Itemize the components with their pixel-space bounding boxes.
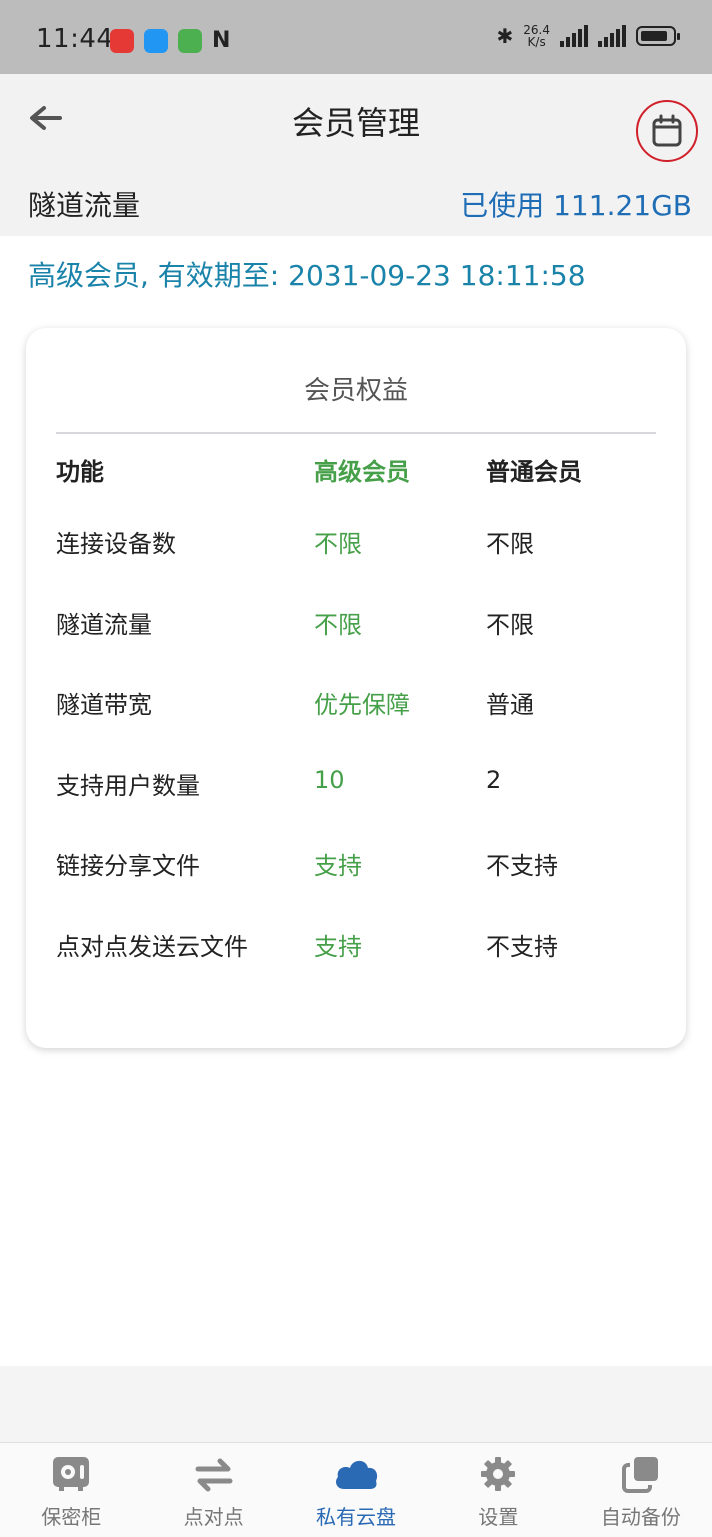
copy-icon xyxy=(621,1457,658,1493)
status-indicators: ✱ 26.4 K/s xyxy=(496,23,680,49)
battery-icon xyxy=(636,26,680,46)
premium-cell: 支持 xyxy=(314,933,362,961)
bottom-navigation: 保密柜 点对点 私有云盘 设置 自动备份 xyxy=(0,1442,712,1537)
page-title: 会员管理 xyxy=(291,104,420,142)
nav-item-settings[interactable]: 设置 xyxy=(427,1443,569,1537)
calendar-icon xyxy=(652,114,682,147)
normal-cell: 普通 xyxy=(486,691,534,719)
column-header-premium: 高级会员 xyxy=(314,458,410,486)
feature-cell: 隧道带宽 xyxy=(56,691,152,719)
cloud-icon xyxy=(336,1460,378,1489)
background-strip xyxy=(0,1366,712,1442)
nav-label: 保密柜 xyxy=(41,1505,102,1529)
network-speed: 26.4 K/s xyxy=(523,23,550,49)
calendar-button[interactable] xyxy=(636,100,698,162)
feature-cell: 隧道流量 xyxy=(56,611,152,639)
premium-cell: 不限 xyxy=(314,530,362,558)
swap-arrows-icon xyxy=(195,1458,233,1492)
app-notification-icon xyxy=(110,28,134,53)
status-bar: 11:44 N ✱ 26.4 K/s xyxy=(0,0,712,74)
nav-item-p2p[interactable]: 点对点 xyxy=(142,1443,284,1537)
column-header-feature: 功能 xyxy=(56,458,104,486)
benefits-header-row: 功能 高级会员 普通会员 xyxy=(56,452,656,492)
nfc-icon: N xyxy=(212,28,231,53)
nav-item-private-cloud[interactable]: 私有云盘 xyxy=(285,1443,427,1537)
premium-cell: 10 xyxy=(314,766,345,794)
table-row: 连接设备数 不限 不限 xyxy=(56,524,656,564)
bluetooth-icon: ✱ xyxy=(496,24,514,48)
divider xyxy=(56,432,656,434)
feature-cell: 连接设备数 xyxy=(56,530,176,558)
table-row: 支持用户数量 10 2 xyxy=(56,766,656,806)
sim-icon xyxy=(178,28,202,53)
benefits-card: 会员权益 功能 高级会员 普通会员 连接设备数 不限 不限 隧道流量 不限 不限… xyxy=(26,328,686,1048)
premium-cell: 支持 xyxy=(314,852,362,880)
nav-label: 自动备份 xyxy=(600,1505,681,1529)
table-row: 隧道流量 不限 不限 xyxy=(56,605,656,645)
nav-label: 点对点 xyxy=(183,1505,244,1529)
column-header-normal: 普通会员 xyxy=(486,458,582,486)
nav-item-auto-backup[interactable]: 自动备份 xyxy=(570,1443,712,1537)
traffic-label: 隧道流量 xyxy=(28,189,141,222)
normal-cell: 2 xyxy=(486,766,502,794)
notification-icons: N xyxy=(110,28,230,53)
gear-icon xyxy=(481,1457,516,1491)
nav-label: 私有云盘 xyxy=(316,1505,397,1529)
premium-cell: 不限 xyxy=(314,611,362,639)
traffic-used-value: 已使用 111.21GB xyxy=(460,189,692,222)
app-header: 会员管理 隧道流量 已使用 111.21GB xyxy=(0,74,712,236)
table-row: 隧道带宽 优先保障 普通 xyxy=(56,685,656,725)
feature-cell: 点对点发送云文件 xyxy=(56,933,248,961)
safe-icon xyxy=(53,1457,90,1491)
normal-cell: 不支持 xyxy=(486,852,558,880)
signal-icon xyxy=(560,25,588,47)
nav-item-safe[interactable]: 保密柜 xyxy=(0,1443,142,1537)
normal-cell: 不限 xyxy=(486,530,534,558)
signal-icon-2 xyxy=(598,25,626,47)
table-row: 点对点发送云文件 支持 不支持 xyxy=(56,927,656,967)
table-row: 链接分享文件 支持 不支持 xyxy=(56,846,656,886)
normal-cell: 不支持 xyxy=(486,933,558,961)
feature-cell: 支持用户数量 xyxy=(56,772,200,800)
premium-cell: 优先保障 xyxy=(314,691,410,719)
benefits-title: 会员权益 xyxy=(303,376,408,406)
normal-cell: 不限 xyxy=(486,611,534,639)
nav-label: 设置 xyxy=(478,1505,519,1529)
membership-status: 高级会员, 有效期至: 2031-09-23 18:11:58 xyxy=(28,259,586,292)
status-time: 11:44 xyxy=(36,24,114,54)
feature-cell: 链接分享文件 xyxy=(56,852,200,880)
message-icon xyxy=(144,28,168,53)
